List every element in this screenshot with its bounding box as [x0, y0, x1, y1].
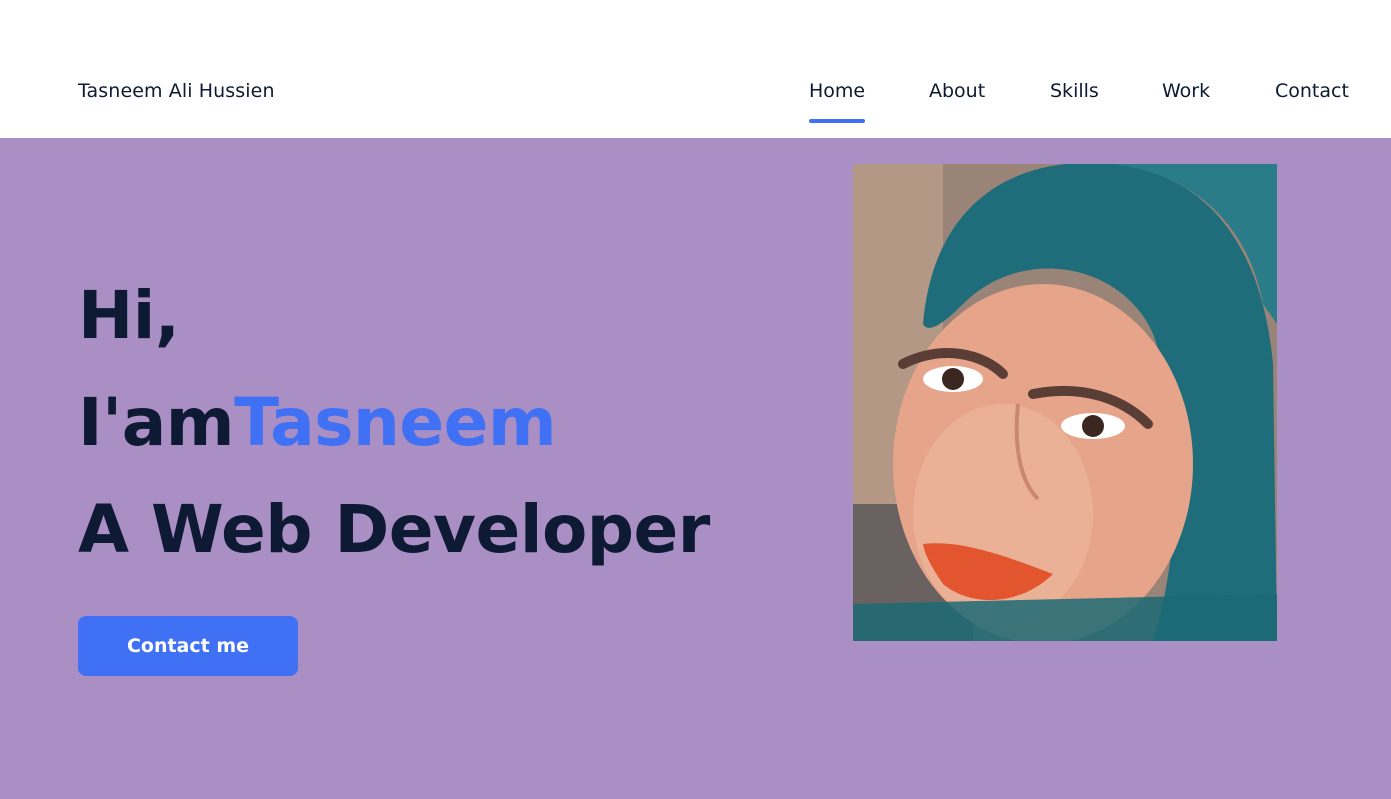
profile-photo-illustration — [853, 164, 1277, 641]
nav-link-work[interactable]: Work — [1162, 80, 1210, 102]
nav-link-skills[interactable]: Skills — [1050, 80, 1099, 102]
nav-link-home[interactable]: Home — [809, 80, 866, 123]
hero-intro-line: I'amTasneem — [78, 369, 710, 476]
hero-intro: I'am — [78, 384, 235, 461]
nav-link-contact[interactable]: Contact — [1275, 80, 1349, 102]
hero-greeting: Hi, — [78, 277, 180, 354]
profile-photo — [853, 164, 1277, 641]
hero-role: A Web Developer — [78, 491, 710, 568]
contact-me-button[interactable]: Contact me — [78, 616, 298, 676]
main-nav: Home About Skills Work Contact — [0, 80, 1391, 124]
site-header: Tasneem Ali Hussien Home About Skills Wo… — [0, 0, 1391, 138]
hero-title: Hi, I'amTasneem A Web Developer — [78, 262, 710, 583]
hero-name: Tasneem — [234, 384, 557, 461]
nav-link-about[interactable]: About — [929, 80, 985, 102]
hero-section: Hi, I'amTasneem A Web Developer Contact … — [0, 138, 1391, 799]
